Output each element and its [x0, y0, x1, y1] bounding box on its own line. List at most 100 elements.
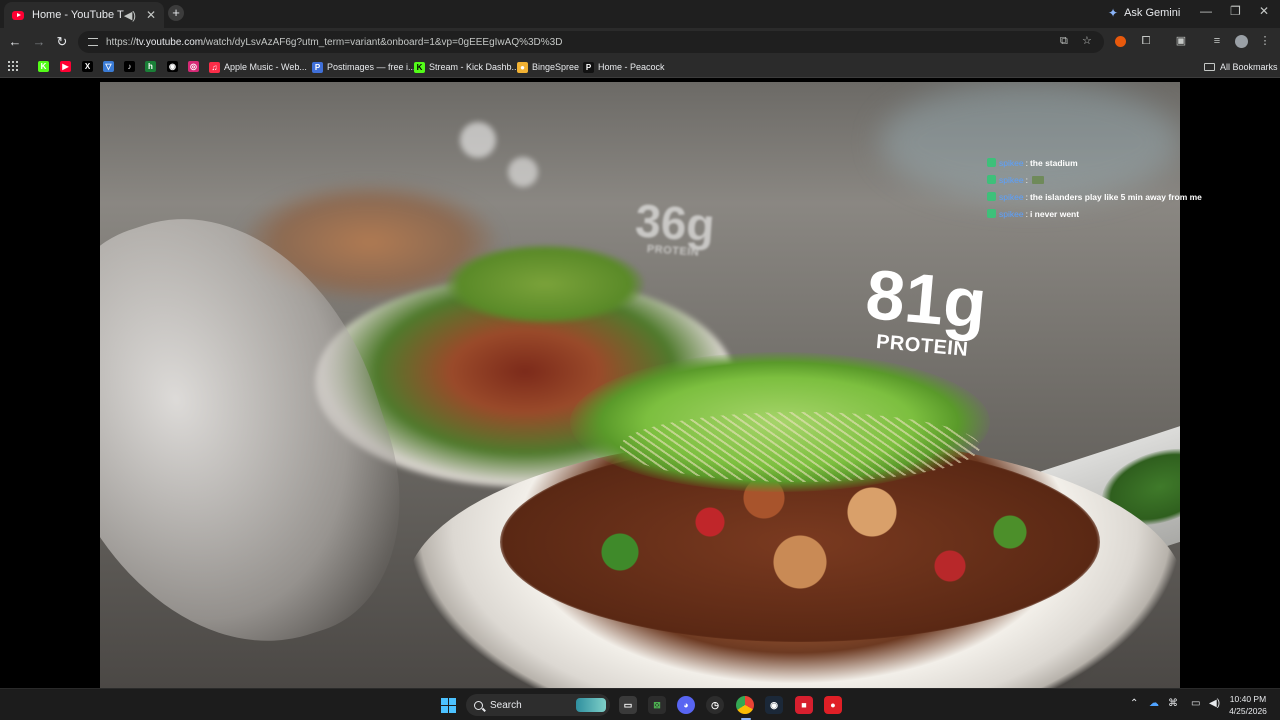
extension-icon[interactable] — [1115, 36, 1126, 47]
bookmark-threads-icon[interactable]: ◉ — [167, 61, 178, 72]
bookmark-x-icon[interactable]: X — [82, 61, 93, 72]
tray-overflow-icon[interactable]: ⌃ — [1130, 698, 1138, 709]
chat-text: i never went — [1029, 208, 1080, 219]
address-bar[interactable]: https://tv.youtube.com/watch/dyLsvAzAF6g… — [78, 31, 1104, 53]
xbox-icon[interactable]: ⊠ — [648, 696, 666, 714]
bookmark-label: BingeSpree — [532, 62, 580, 72]
all-bookmarks-button[interactable]: All Bookmarks — [1204, 59, 1278, 75]
menu-kebab-icon[interactable]: ⋮ — [1259, 35, 1271, 47]
reading-mode-icon[interactable]: ▣ — [1175, 35, 1187, 47]
address-url: https://tv.youtube.com/watch/dyLsvAzAF6g… — [106, 36, 563, 48]
windows-taskbar: Search ▭ ⊠ ◕ ◷ ◉ ■ ● ⌃ ☁ ⌘ ▭ ◀) 10:40 PM… — [0, 688, 1280, 720]
bookmark-label: Home - Peacock — [598, 62, 665, 72]
minimize-icon[interactable]: — — [1200, 4, 1212, 18]
tab-close-icon[interactable]: ✕ — [146, 8, 156, 22]
bookmark-bingespree[interactable]: ● BingeSpree — [517, 59, 579, 75]
chat-message: spikee : i never went — [987, 205, 1202, 222]
bookmark-h-icon[interactable]: h — [145, 61, 156, 72]
gemini-sparkle-icon: ✦ — [1108, 6, 1119, 20]
profile-avatar[interactable] — [1235, 35, 1248, 48]
bingespree-icon: ● — [517, 61, 528, 73]
ask-gemini-button[interactable]: ✦ Ask Gemini — [1108, 6, 1180, 20]
chat-message: spikee : the islanders play like 5 min a… — [987, 188, 1202, 205]
bokeh-light — [508, 157, 538, 187]
discord-icon[interactable]: ◕ — [677, 696, 695, 714]
bookmark-peacock[interactable]: P Home - Peacock — [583, 59, 665, 75]
app-red-icon[interactable]: ■ — [795, 696, 813, 714]
chat-badge-icon — [987, 175, 996, 184]
apps-grid-icon[interactable] — [8, 61, 18, 71]
bokeh-light — [460, 122, 496, 158]
chat-overlay: spikee : the stadium spikee : spikee : t… — [987, 154, 1202, 222]
protein-amount: 36g — [633, 194, 717, 252]
bookmark-apple-music[interactable]: ♫ Apple Music - Web... — [209, 59, 307, 75]
bookmark-youtube-icon[interactable]: ▶ — [60, 61, 71, 72]
all-bookmarks-label: All Bookmarks — [1220, 62, 1278, 72]
bookmark-tiktok-icon[interactable]: ♪ — [124, 61, 135, 72]
youtube-icon — [12, 10, 24, 20]
clock-time: 10:40 PM — [1229, 694, 1267, 704]
chat-badge-icon — [987, 209, 996, 218]
apple-music-icon: ♫ — [209, 61, 220, 73]
steam-icon[interactable]: ◉ — [765, 696, 783, 714]
chat-message: spikee : the stadium — [987, 154, 1202, 171]
peacock-icon: P — [583, 61, 594, 73]
protein-overlay-small: 36g PROTEIN — [633, 194, 717, 259]
cheese-topping — [620, 412, 980, 482]
tab-youtube-tv[interactable]: Home - YouTube TV ◀) ✕ — [4, 2, 164, 28]
taskbar-search[interactable]: Search — [466, 694, 610, 716]
window-close-icon[interactable]: ✕ — [1259, 4, 1269, 18]
clock-app-icon[interactable]: ◷ — [706, 696, 724, 714]
system-clock[interactable]: 10:40 PM 4/25/2026 — [1226, 693, 1270, 717]
site-settings-icon[interactable] — [88, 38, 98, 46]
chat-badge-icon — [987, 192, 996, 201]
clock-date: 4/25/2026 — [1229, 706, 1267, 716]
bookmark-kick-dashboard[interactable]: K Stream - Kick Dashb... — [414, 59, 519, 75]
extensions-puzzle-icon[interactable]: ⧠ — [1140, 35, 1152, 47]
app-record-icon[interactable]: ● — [824, 696, 842, 714]
tab-title: Home - YouTube TV — [32, 9, 124, 21]
chat-username: spikee — [999, 157, 1024, 168]
bookmark-label: Postimages — free i... — [327, 62, 416, 72]
chat-username: spikee — [999, 174, 1024, 185]
windows-start-icon[interactable] — [441, 698, 456, 713]
speaker-icon[interactable]: ◀) — [124, 9, 136, 22]
search-label: Search — [490, 699, 522, 711]
onedrive-icon[interactable]: ☁ — [1149, 698, 1159, 709]
media-controls-icon[interactable]: ≡ — [1211, 35, 1223, 47]
bookmark-shield-icon[interactable]: ▽ — [103, 61, 114, 72]
bookmarks-bar: K ▶ X ▽ ♪ h ◉ ◎ ♫ Apple Music - Web... P… — [0, 56, 1280, 78]
reload-icon[interactable]: ↻ — [53, 33, 71, 51]
bookmark-instagram-icon[interactable]: ◎ — [188, 61, 199, 72]
bookmark-kick-icon[interactable]: K — [38, 61, 49, 72]
ask-gemini-label: Ask Gemini — [1124, 7, 1181, 19]
bookmark-star-icon[interactable]: ☆ — [1082, 34, 1092, 47]
bookmark-postimages[interactable]: P Postimages — free i... — [312, 59, 416, 75]
chat-username: spikee — [999, 208, 1024, 219]
chat-text: the islanders play like 5 min away from … — [1029, 191, 1202, 202]
task-view-icon[interactable]: ▭ — [619, 696, 637, 714]
new-tab-button[interactable]: + — [168, 5, 184, 21]
bookmark-label: Apple Music - Web... — [224, 62, 307, 72]
guacamole — [445, 244, 645, 324]
display-icon[interactable]: ▭ — [1191, 698, 1200, 709]
protein-overlay-large: 81g PROTEIN — [861, 254, 990, 361]
bookmark-label: Stream - Kick Dashb... — [429, 62, 520, 72]
search-highlight-icon — [576, 698, 606, 712]
browser-tab-strip: Home - YouTube TV ◀) ✕ + ✦ Ask Gemini — … — [0, 0, 1280, 28]
kick-icon: K — [414, 61, 425, 73]
chat-badge-icon — [987, 158, 996, 167]
network-icon[interactable]: ⌘ — [1168, 698, 1178, 709]
chrome-icon[interactable] — [736, 696, 754, 714]
back-icon[interactable]: ← — [6, 33, 24, 51]
maximize-icon[interactable]: ❐ — [1230, 4, 1241, 18]
chat-text: the stadium — [1029, 157, 1078, 168]
folder-icon — [1204, 63, 1215, 71]
chat-message: spikee : — [987, 171, 1202, 188]
forward-icon[interactable]: → — [30, 33, 48, 51]
install-app-icon[interactable]: ⧉ — [1060, 35, 1068, 48]
chat-emote-icon — [1031, 175, 1044, 184]
volume-icon[interactable]: ◀) — [1209, 698, 1220, 709]
protein-amount: 81g — [862, 254, 990, 344]
postimages-icon: P — [312, 61, 323, 73]
